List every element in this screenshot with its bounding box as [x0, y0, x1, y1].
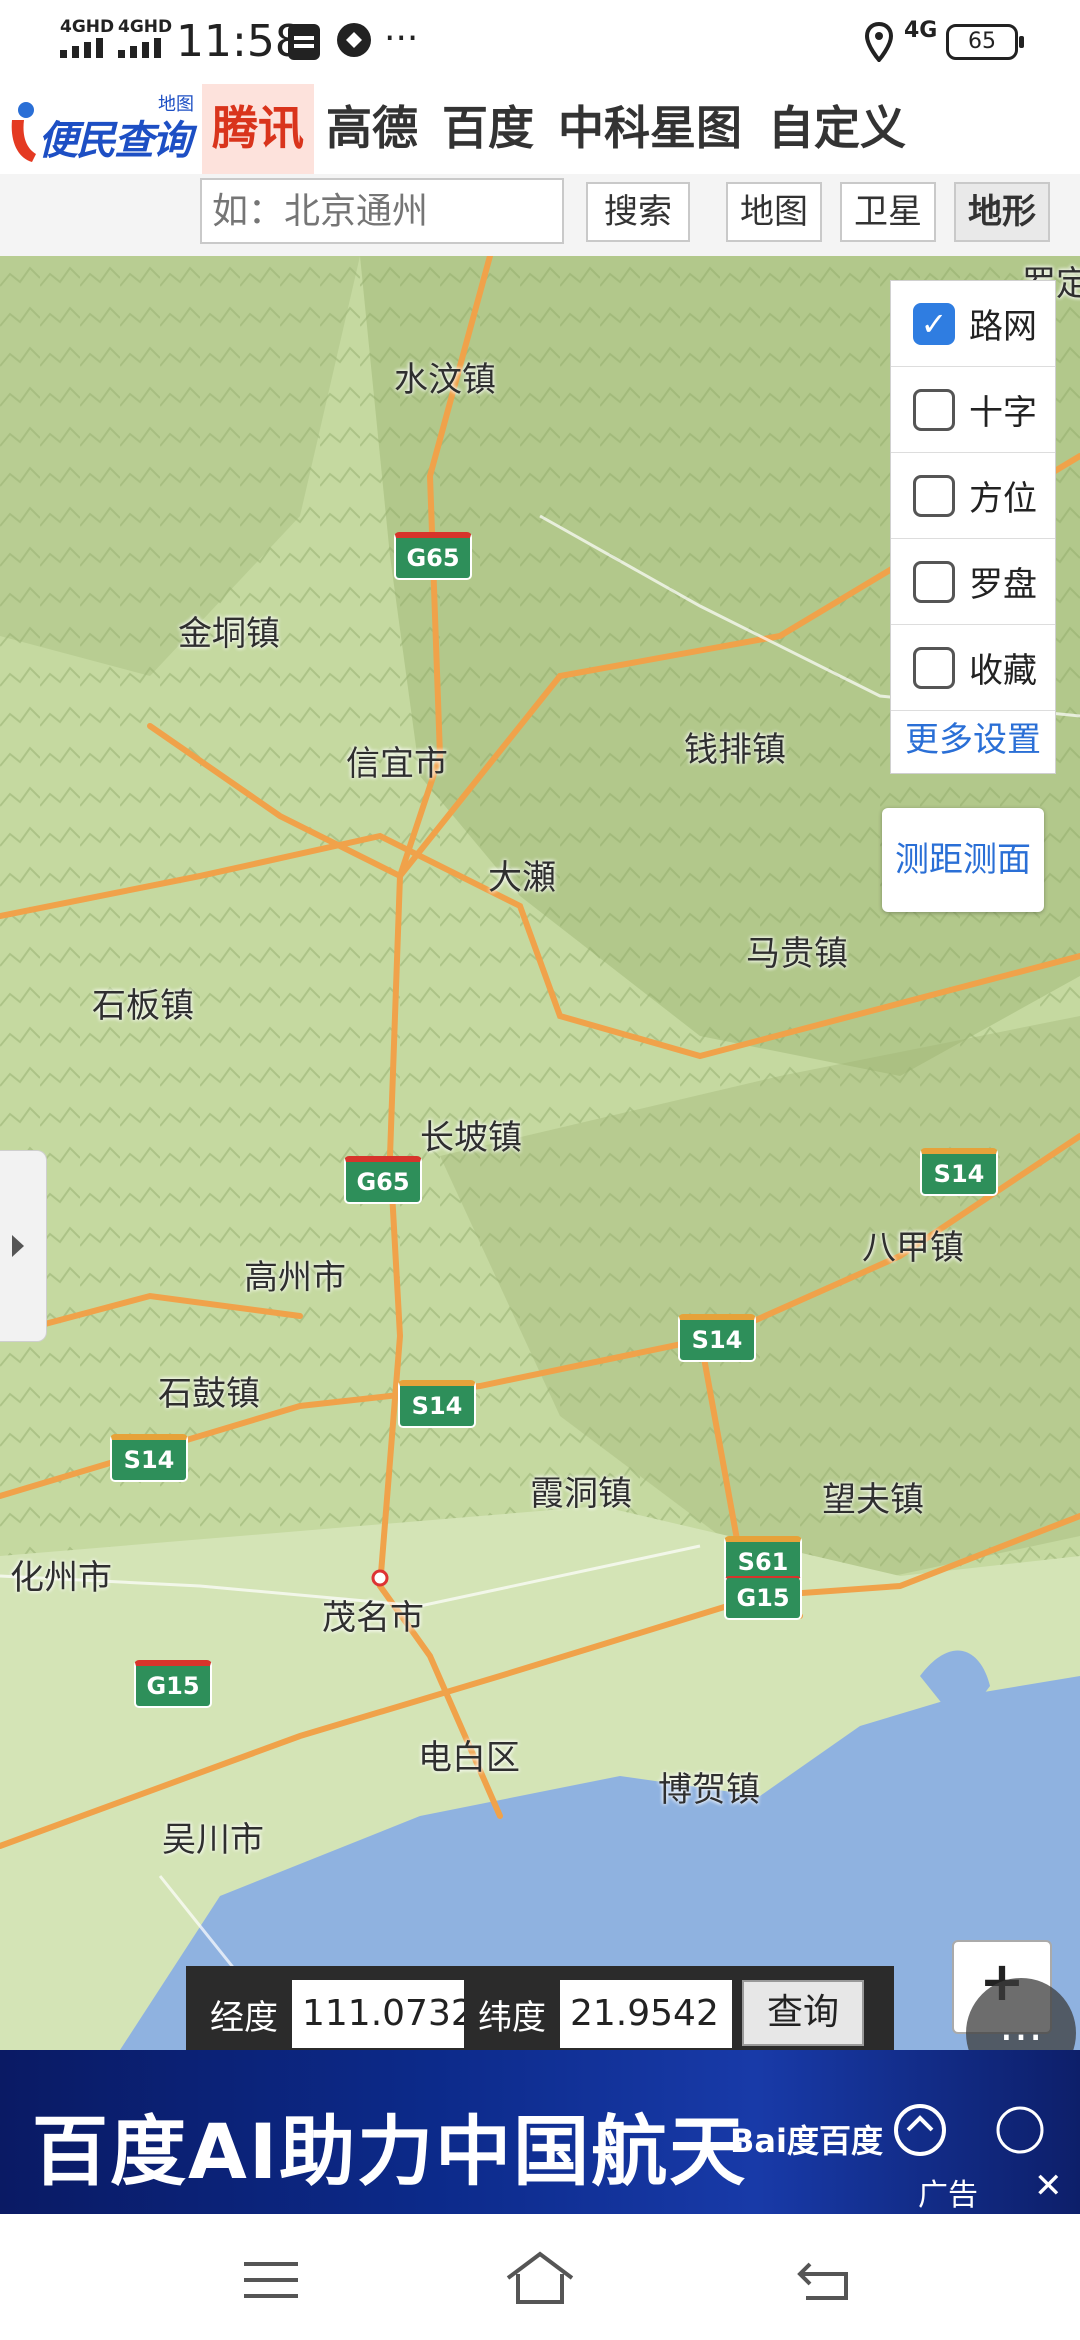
system-nav-bar: [0, 2214, 1080, 2340]
tab-label: 腾讯: [212, 101, 304, 155]
road-shield-g65: G65: [394, 532, 472, 580]
back-icon[interactable]: [796, 2258, 852, 2302]
tab-geovis[interactable]: 中科星图: [558, 84, 742, 174]
tab-label: 自定义: [768, 101, 906, 155]
cnsa-logo-icon: [894, 2104, 946, 2156]
place-label: 大瀬: [488, 858, 556, 898]
map-type-terrain[interactable]: 地形: [954, 182, 1050, 242]
layer-toggle-crosshair[interactable]: 十字: [891, 367, 1055, 453]
network-label-2: 4GHD: [118, 17, 173, 37]
layer-toggle-bearing[interactable]: 方位: [891, 453, 1055, 539]
layer-toggle-favorites[interactable]: 收藏: [891, 625, 1055, 711]
layer-label: 十字: [969, 393, 1037, 433]
network-4g-label: 4G: [904, 18, 938, 43]
side-drawer-toggle[interactable]: [0, 1150, 47, 1342]
close-icon[interactable]: ✕: [1034, 2166, 1063, 2206]
clock: 11:58: [176, 16, 303, 67]
road-shield-g15: G15: [724, 1576, 802, 1620]
search-bar: 搜索 地图 卫星 地形: [0, 174, 1080, 257]
sim-icon: [288, 24, 320, 60]
road-shield-s14: S14: [920, 1148, 998, 1196]
status-bar: 4GHD 4GHD 11:58 ··· 4G 65: [0, 0, 1080, 84]
map-type-standard[interactable]: 地图: [726, 182, 822, 242]
longitude-input[interactable]: 111.0732: [292, 1980, 464, 2048]
map-type-satellite[interactable]: 卫星: [840, 182, 936, 242]
place-label: 信宜市: [346, 744, 448, 784]
place-label: 望夫镇: [822, 1480, 924, 1520]
place-label: 水汶镇: [394, 360, 496, 400]
place-label: 石鼓镇: [158, 1374, 260, 1414]
tab-label: 高德: [326, 101, 418, 155]
latitude-label: 纬度: [478, 1998, 546, 2038]
place-label: 石板镇: [92, 986, 194, 1026]
place-label: 霞洞镇: [530, 1474, 632, 1514]
more-settings-link[interactable]: 更多设置: [891, 711, 1055, 773]
longitude-label: 经度: [210, 1998, 278, 2038]
more-notifications-icon: ···: [384, 18, 419, 59]
coordinate-bar: 经度 111.0732 纬度 21.9542 查询: [186, 1966, 894, 2062]
map-provider-nav: 便民查询网 地图 腾讯 高德 百度 中科星图 自定义: [0, 84, 1080, 222]
home-icon[interactable]: [504, 2250, 576, 2306]
logo-subtitle: 地图: [158, 94, 194, 115]
road-shield-g15: G15: [134, 1660, 212, 1708]
place-label: 高州市: [244, 1258, 346, 1298]
signal-icon: [60, 38, 103, 58]
tab-tencent[interactable]: 腾讯: [202, 84, 314, 174]
place-label: 八甲镇: [862, 1228, 964, 1268]
battery-icon: 65: [946, 24, 1024, 60]
checkbox-icon[interactable]: [913, 388, 955, 431]
tab-custom[interactable]: 自定义: [768, 84, 906, 174]
layer-toggle-roads[interactable]: ✓ 路网: [891, 281, 1055, 367]
place-label: 马贵镇: [746, 934, 848, 974]
query-button[interactable]: 查询: [742, 1980, 864, 2046]
layer-label: 罗盘: [969, 565, 1037, 605]
place-label: 金垌镇: [178, 614, 280, 654]
space-agency-logo-icon: [996, 2106, 1044, 2154]
checkbox-icon[interactable]: [913, 560, 955, 603]
search-input[interactable]: [200, 178, 564, 244]
layer-toggle-compass[interactable]: 罗盘: [891, 539, 1055, 625]
road-shield-s14: S14: [110, 1434, 188, 1482]
ad-headline: 百度AI助力中国航天: [32, 2107, 748, 2196]
ad-label: 广告: [918, 2178, 978, 2213]
place-label: 吴川市: [162, 1820, 264, 1860]
layer-label: 收藏: [969, 651, 1037, 691]
place-label: 化州市: [10, 1558, 112, 1598]
checkbox-checked-icon[interactable]: ✓: [913, 302, 955, 345]
signal-icon-2: [118, 38, 161, 58]
search-button[interactable]: 搜索: [586, 182, 690, 242]
ad-banner[interactable]: 百度AI助力中国航天 Bai度百度 广告 ✕: [0, 2050, 1080, 2214]
network-label: 4GHD: [60, 17, 115, 37]
road-shield-s14: S14: [678, 1314, 756, 1362]
app-notification-icon: [337, 23, 371, 57]
menu-icon[interactable]: [244, 2260, 298, 2300]
tab-baidu[interactable]: 百度: [442, 84, 534, 174]
road-shield-s14: S14: [398, 1380, 476, 1428]
checkbox-icon[interactable]: [913, 646, 955, 689]
layer-label: 路网: [969, 307, 1037, 347]
tab-amap[interactable]: 高德: [326, 84, 418, 174]
tab-label: 中科星图: [558, 101, 742, 155]
place-label: 电白区: [418, 1738, 520, 1778]
place-label: 钱排镇: [684, 730, 786, 770]
site-logo[interactable]: 便民查询网 地图: [6, 90, 202, 222]
chevron-right-icon: [12, 1235, 24, 1257]
layer-label: 方位: [969, 479, 1037, 519]
layer-panel: ✓ 路网 十字 方位 罗盘 收藏 更多设置: [890, 280, 1056, 774]
place-label: 茂名市: [322, 1598, 424, 1638]
measure-tool-button[interactable]: 测距测面: [882, 808, 1044, 912]
latitude-input[interactable]: 21.9542: [560, 1980, 732, 2048]
checkbox-icon[interactable]: [913, 474, 955, 517]
place-label: 博贺镇: [658, 1770, 760, 1810]
location-icon: [864, 22, 894, 62]
city-marker: [371, 1569, 389, 1587]
road-shield-g65: G65: [344, 1156, 422, 1204]
tab-label: 百度: [442, 101, 534, 155]
ad-brand: Bai度百度: [730, 2122, 883, 2160]
battery-level: 65: [968, 29, 996, 54]
place-label: 长坡镇: [420, 1118, 522, 1158]
